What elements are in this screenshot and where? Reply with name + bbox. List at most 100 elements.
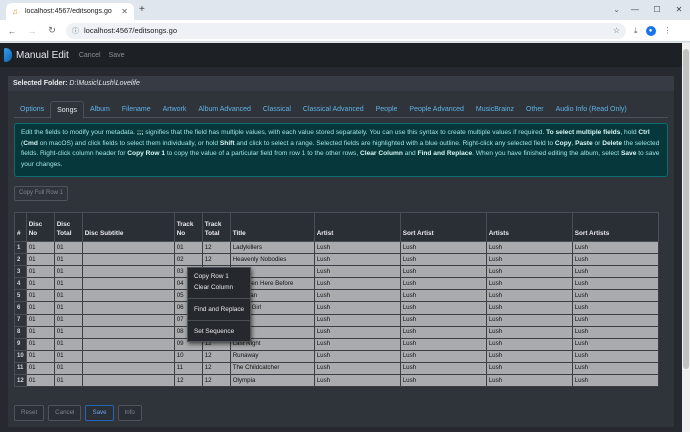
cell-sort-artist[interactable]: Lush [399,349,487,363]
cell-disc-no[interactable]: 01 [25,337,55,351]
info-button[interactable]: Info [117,405,142,421]
bookmark-star-icon[interactable]: ☆ [613,26,620,35]
cell-track-total[interactable]: 12 [201,253,231,267]
column-header-artists[interactable]: Artists [485,212,573,242]
cell-sort-artists[interactable]: Lush [571,277,659,291]
menu-icon[interactable]: ⋮ [664,26,672,36]
cell-track-no[interactable]: 10 [173,349,203,363]
tab-search-icon[interactable]: ⌄ [613,5,620,14]
column-header-index[interactable]: # [14,212,27,242]
cell-sort-artists[interactable]: Lush [571,313,659,327]
cell-artists[interactable]: Lush [485,361,573,376]
cell-disc-no[interactable]: 01 [25,289,55,303]
tab-people-advanced[interactable]: People Advanced [403,101,470,117]
cell-sort-artists[interactable]: Lush [571,240,659,255]
cell-sort-artists[interactable]: Lush [571,374,659,388]
cell-sort-artist[interactable]: Lush [399,374,487,388]
browser-tab[interactable]: ♫ localhost:4567/editsongs.go ✕ [6,3,134,20]
cell-artist[interactable]: Lush [313,349,401,363]
cell-artist[interactable]: Lush [313,265,401,279]
cell-disc-total[interactable]: 01 [53,240,83,255]
cell-sort-artists[interactable]: Lush [571,337,659,351]
cell-disc-no[interactable]: 01 [25,253,55,267]
header-cancel-link[interactable]: Cancel [79,52,101,59]
cell-disc-no[interactable]: 01 [25,374,55,388]
column-header-artist[interactable]: Artist [313,212,401,242]
cell-disc-no[interactable]: 01 [25,349,55,363]
downloads-icon[interactable]: ⤓ [634,26,638,36]
cell-disc-subtitle[interactable] [81,301,175,315]
header-save-link[interactable]: Save [109,52,125,59]
cell-title[interactable]: Heavenly Nobodies [229,253,315,267]
cell-sort-artist[interactable]: Lush [399,361,487,376]
tab-album-advanced[interactable]: Album Advanced [192,101,257,117]
cell-disc-total[interactable]: 01 [53,313,83,327]
cell-disc-subtitle[interactable] [81,349,175,363]
cell-disc-no[interactable]: 01 [25,265,55,279]
cell-artist[interactable]: Lush [313,289,401,303]
cell-track-total[interactable]: 12 [201,240,231,255]
menu-item-copy-row-1[interactable]: Copy Row 1 [188,271,250,282]
cell-track-no[interactable]: 01 [173,240,203,255]
cell-artists[interactable]: Lush [485,289,573,303]
cell-sort-artists[interactable]: Lush [571,361,659,376]
cell-track-total[interactable]: 12 [201,374,231,388]
cell-artist[interactable]: Lush [313,240,401,255]
cell-artists[interactable]: Lush [485,265,573,279]
maximize-icon[interactable]: ☐ [646,0,668,20]
cell-sort-artist[interactable]: Lush [399,301,487,315]
close-tab-icon[interactable]: ✕ [121,7,128,16]
profile-avatar[interactable]: ● [645,25,656,36]
tab-people[interactable]: People [370,101,404,117]
scrollbar-thumb[interactable] [683,49,689,369]
cell-artists[interactable]: Lush [485,313,573,327]
cell-title[interactable]: Runaway [229,349,315,363]
minimize-icon[interactable]: — [624,0,646,20]
column-header-track-total[interactable]: Track Total [201,212,231,242]
cell-artists[interactable]: Lush [485,349,573,363]
save-button[interactable]: Save [85,405,114,421]
cell-track-no[interactable]: 02 [173,253,203,267]
cell-disc-subtitle[interactable] [81,361,175,376]
back-icon[interactable]: ← [4,26,20,36]
cell-disc-subtitle[interactable] [81,265,175,279]
cell-artists[interactable]: Lush [485,301,573,315]
cell-artist[interactable]: Lush [313,277,401,291]
cell-sort-artists[interactable]: Lush [571,265,659,279]
cancel-button[interactable]: Cancel [48,405,82,421]
tab-audio-info[interactable]: Audio Info (Read Only) [550,101,633,117]
column-header-track-no[interactable]: Track No [173,212,203,242]
cell-disc-total[interactable]: 01 [53,277,83,291]
cell-artists[interactable]: Lush [485,240,573,255]
menu-item-set-sequence[interactable]: Set Sequence [188,326,250,337]
cell-sort-artist[interactable]: Lush [399,289,487,303]
cell-disc-no[interactable]: 01 [25,277,55,291]
cell-sort-artists[interactable]: Lush [571,349,659,363]
column-header-sort-artists[interactable]: Sort Artists [571,212,659,242]
tab-musicbrainz[interactable]: MusicBrainz [470,101,520,117]
cell-track-no[interactable]: 12 [173,374,203,388]
cell-disc-subtitle[interactable] [81,277,175,291]
cell-disc-subtitle[interactable] [81,289,175,303]
cell-disc-subtitle[interactable] [81,325,175,339]
tab-album[interactable]: Album [84,101,116,117]
tab-songs[interactable]: Songs [50,101,84,119]
cell-disc-total[interactable]: 01 [53,265,83,279]
cell-disc-total[interactable]: 01 [53,361,83,376]
cell-artists[interactable]: Lush [485,253,573,267]
cell-artist[interactable]: Lush [313,325,401,339]
cell-title[interactable]: Olympia [229,374,315,388]
reload-icon[interactable]: ↻ [44,25,60,36]
cell-sort-artists[interactable]: Lush [571,253,659,267]
url-text[interactable]: localhost:4567/editsongs.go [84,26,608,35]
site-info-icon[interactable]: ⓘ [72,26,79,36]
cell-artists[interactable]: Lush [485,337,573,351]
copy-full-row-button[interactable]: Copy Full Row 1 [14,186,68,201]
cell-sort-artist[interactable]: Lush [399,313,487,327]
cell-sort-artist[interactable]: Lush [399,253,487,267]
cell-sort-artists[interactable]: Lush [571,289,659,303]
cell-disc-total[interactable]: 01 [53,253,83,267]
tab-artwork[interactable]: Artwork [157,101,193,117]
cell-disc-total[interactable]: 01 [53,337,83,351]
cell-sort-artist[interactable]: Lush [399,277,487,291]
